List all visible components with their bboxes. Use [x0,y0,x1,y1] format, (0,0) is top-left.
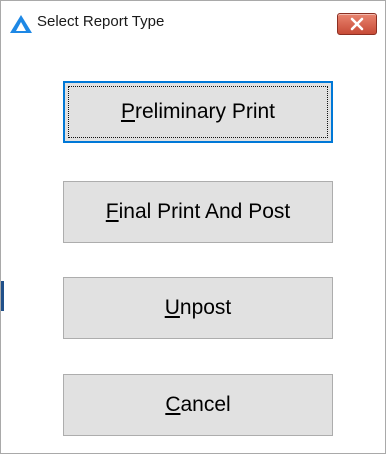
window-title: Select Report Type [37,13,165,30]
button-label: Preliminary Print [120,100,276,123]
unpost-button[interactable]: Unpost [63,277,333,339]
title-bar[interactable]: Select Report Type [1,1,385,41]
window-edge-marker [1,281,4,311]
select-report-type-dialog: Select Report Type Preliminary Print Fin… [0,0,386,454]
close-icon [350,17,364,31]
preliminary-print-button[interactable]: Preliminary Print [63,81,333,143]
button-label: Cancel [165,393,231,416]
app-triangle-icon [9,14,33,34]
cancel-button[interactable]: Cancel [63,374,333,436]
close-button[interactable] [337,13,377,35]
button-label: Final Print And Post [105,200,291,223]
final-print-and-post-button[interactable]: Final Print And Post [63,181,333,243]
button-label: Unpost [164,296,232,319]
